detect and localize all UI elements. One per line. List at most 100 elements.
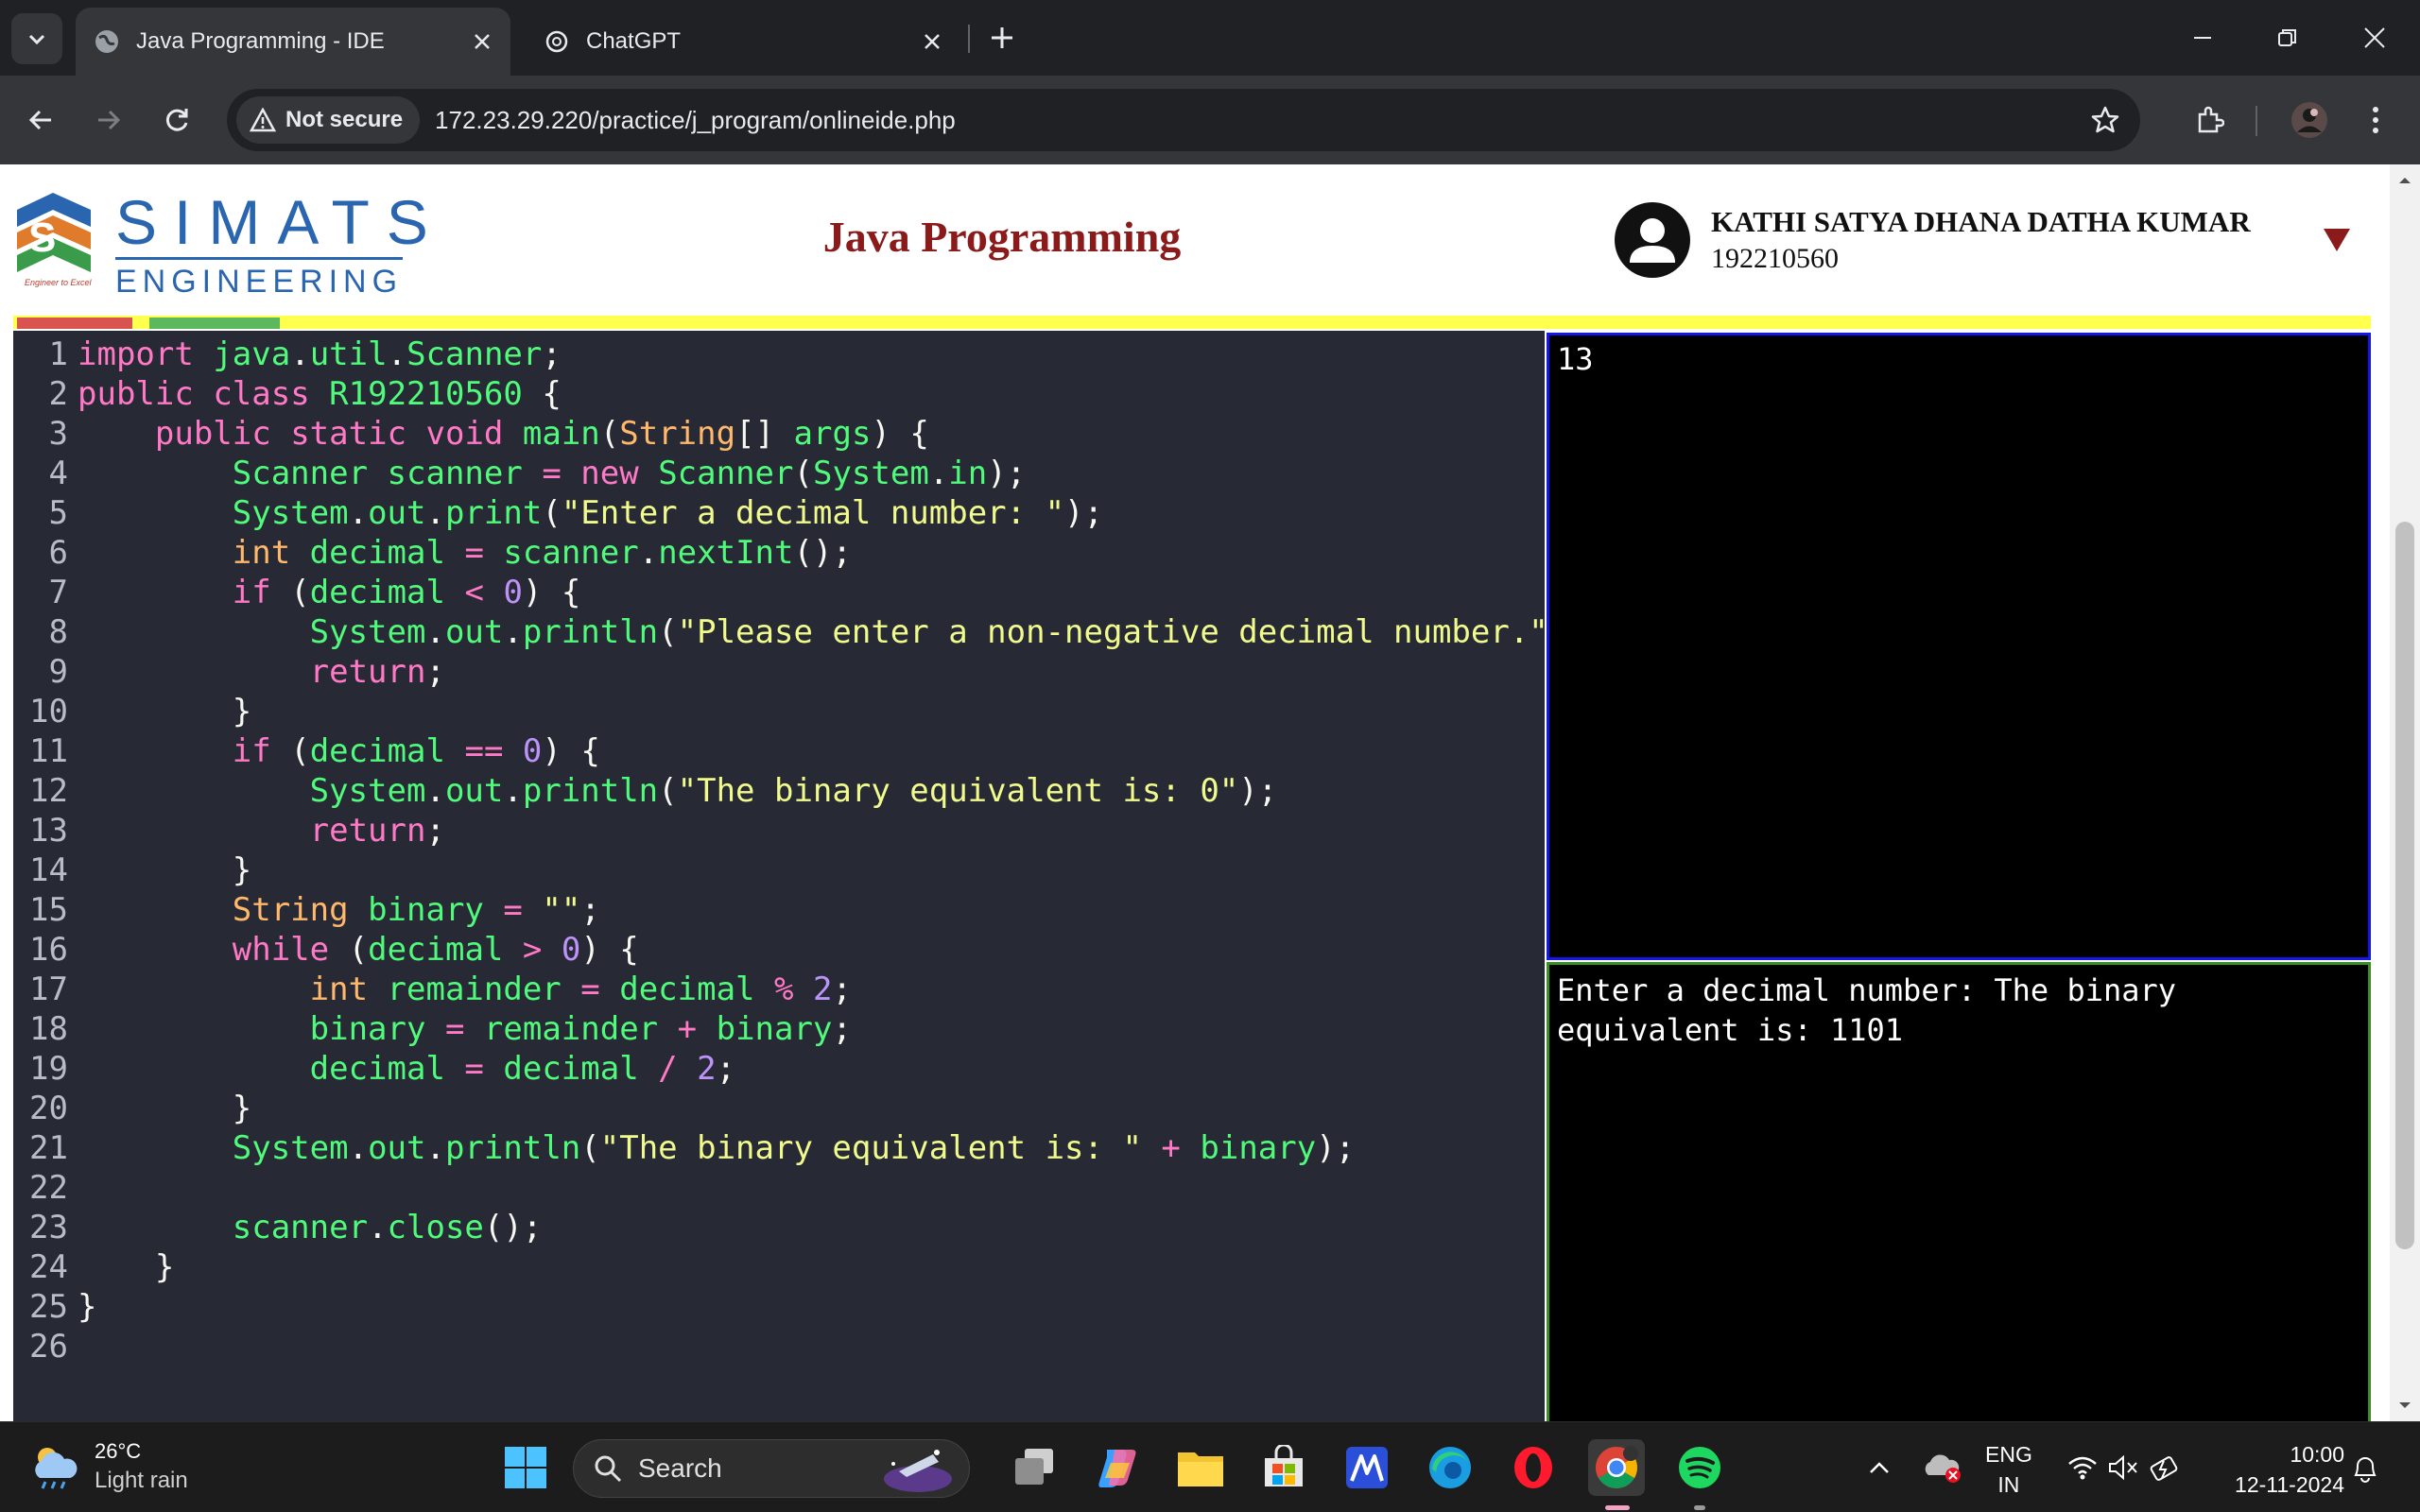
logo-subname: ENGINEERING — [115, 264, 404, 300]
code-text[interactable]: if (decimal == 0) { — [68, 731, 600, 771]
code-line[interactable]: 4 Scanner scanner = new Scanner(System.i… — [13, 454, 1545, 493]
weather-widget[interactable]: 26°C Light rain — [28, 1439, 188, 1494]
back-button[interactable] — [15, 94, 66, 146]
code-line[interactable]: 1 import java.util.Scanner; — [13, 335, 1545, 374]
code-text[interactable]: } — [68, 1247, 174, 1287]
code-line[interactable]: 23 scanner.close(); — [13, 1208, 1545, 1247]
notifications-button[interactable] — [2342, 1439, 2388, 1496]
code-text[interactable]: Scanner scanner = new Scanner(System.in)… — [68, 454, 1026, 493]
code-line[interactable]: 22 — [13, 1168, 1545, 1208]
code-line[interactable]: 14 } — [13, 850, 1545, 890]
code-line[interactable]: 21 System.out.println("The binary equiva… — [13, 1128, 1545, 1168]
line-number: 14 — [29, 851, 68, 889]
file-explorer-button[interactable] — [1172, 1439, 1229, 1496]
code-line[interactable]: 6 int decimal = scanner.nextInt(); — [13, 533, 1545, 573]
code-text[interactable]: } — [68, 1089, 251, 1128]
code-line[interactable]: 10 } — [13, 692, 1545, 731]
code-text[interactable]: System.out.print("Enter a decimal number… — [68, 493, 1103, 533]
microsoft-store-button[interactable] — [1255, 1439, 1312, 1496]
code-text[interactable]: public class R192210560 { — [68, 374, 562, 414]
code-line[interactable]: 15 String binary = ""; — [13, 890, 1545, 930]
code-text[interactable]: System.out.println("The binary equivalen… — [68, 771, 1278, 811]
code-text[interactable]: while (decimal > 0) { — [68, 930, 639, 970]
code-line[interactable]: 24 } — [13, 1247, 1545, 1287]
code-text[interactable]: decimal = decimal / 2; — [68, 1049, 735, 1089]
code-line[interactable]: 19 decimal = decimal / 2; — [13, 1049, 1545, 1089]
code-text[interactable]: int decimal = scanner.nextInt(); — [68, 533, 852, 573]
line-number: 6 — [48, 534, 68, 572]
bookmark-button[interactable] — [2080, 94, 2131, 146]
code-text[interactable]: String binary = ""; — [68, 890, 600, 930]
tab-search-button[interactable] — [11, 13, 62, 64]
code-line[interactable]: 16 while (decimal > 0) { — [13, 930, 1545, 970]
profile-button[interactable] — [2284, 94, 2335, 146]
reload-button[interactable] — [151, 94, 202, 146]
page-scrollbar[interactable] — [2390, 164, 2420, 1421]
code-text[interactable]: int remainder = decimal % 2; — [68, 970, 852, 1009]
user-info: KATHI SATYA DHANA DATHA KUMAR 192210560 — [1615, 202, 2251, 278]
copilot-button[interactable] — [1089, 1439, 1146, 1496]
new-tab-button[interactable] — [983, 19, 1021, 57]
task-view-button[interactable] — [1006, 1439, 1063, 1496]
edge-button[interactable] — [1422, 1439, 1478, 1496]
show-hidden-icons-button[interactable] — [1851, 1439, 1908, 1496]
program-input-panel[interactable]: 13 — [1547, 333, 2371, 960]
program-output-text: Enter a decimal number: The binary equiv… — [1557, 972, 2177, 1048]
user-menu-toggle[interactable] — [2318, 221, 2356, 259]
code-text[interactable]: scanner.close(); — [68, 1208, 543, 1247]
menu-button[interactable] — [2350, 94, 2401, 146]
url-text[interactable]: 172.23.29.220/practice/j_program/onlinei… — [435, 106, 2080, 135]
code-line[interactable]: 12 System.out.println("The binary equiva… — [13, 771, 1545, 811]
opera-button[interactable] — [1505, 1439, 1562, 1496]
restore-button[interactable] — [2250, 11, 2325, 64]
chrome-button[interactable] — [1588, 1439, 1645, 1496]
line-number: 18 — [29, 1010, 68, 1048]
site-info-chip[interactable]: Not secure — [236, 96, 421, 144]
forward-button[interactable] — [83, 94, 134, 146]
app-m-button[interactable] — [1339, 1439, 1395, 1496]
close-icon[interactable] — [465, 25, 499, 59]
code-text[interactable]: System.out.println("Please enter a non-n… — [68, 612, 1545, 652]
code-line[interactable]: 20 } — [13, 1089, 1545, 1128]
program-input-value[interactable]: 13 — [1557, 341, 1594, 377]
onedrive-status-button[interactable] — [1913, 1439, 1970, 1496]
code-text[interactable]: } — [68, 850, 251, 890]
code-text[interactable]: System.out.println("The binary equivalen… — [68, 1128, 1355, 1168]
spotify-button[interactable] — [1671, 1439, 1728, 1496]
quick-settings-button[interactable] — [2053, 1439, 2195, 1496]
code-text[interactable]: return; — [68, 811, 445, 850]
extensions-button[interactable] — [2184, 94, 2235, 146]
system-clock[interactable]: 10:00 12-11-2024 — [2212, 1439, 2344, 1500]
minimize-button[interactable] — [2165, 11, 2240, 64]
code-text[interactable]: import java.util.Scanner; — [68, 335, 562, 374]
tab-java-ide[interactable]: Java Programming - IDE — [76, 8, 510, 76]
code-text[interactable]: } — [68, 692, 251, 731]
address-bar[interactable]: Not secure 172.23.29.220/practice/j_prog… — [227, 89, 2140, 151]
code-line[interactable]: 7 if (decimal < 0) { — [13, 573, 1545, 612]
code-line[interactable]: 9 return; — [13, 652, 1545, 692]
window-close-button[interactable] — [2337, 11, 2412, 64]
code-text[interactable]: binary = remainder + binary; — [68, 1009, 852, 1049]
code-text[interactable]: public static void main(String[] args) { — [68, 414, 929, 454]
code-line[interactable]: 5 System.out.print("Enter a decimal numb… — [13, 493, 1545, 533]
code-line[interactable]: 25} — [13, 1287, 1545, 1327]
input-language-indicator[interactable]: ENG IN — [1985, 1439, 2032, 1500]
code-line[interactable]: 11 if (decimal == 0) { — [13, 731, 1545, 771]
tab-chatgpt[interactable]: ChatGPT — [526, 8, 960, 76]
code-line[interactable]: 17 int remainder = decimal % 2; — [13, 970, 1545, 1009]
start-button[interactable] — [497, 1439, 554, 1496]
taskbar-search[interactable]: Search — [573, 1439, 970, 1498]
code-line[interactable]: 8 System.out.println("Please enter a non… — [13, 612, 1545, 652]
code-line[interactable]: 18 binary = remainder + binary; — [13, 1009, 1545, 1049]
scrollbar-thumb[interactable] — [2395, 522, 2414, 1249]
code-text[interactable]: if (decimal < 0) { — [68, 573, 581, 612]
code-line[interactable]: 3 public static void main(String[] args)… — [13, 414, 1545, 454]
line-number: 2 — [48, 375, 68, 413]
close-icon[interactable] — [915, 25, 949, 59]
code-text[interactable]: return; — [68, 652, 445, 692]
code-editor[interactable]: 1 import java.util.Scanner; 2 public class … — [13, 331, 1545, 1421]
code-line[interactable]: 13 return; — [13, 811, 1545, 850]
code-line[interactable]: 26 — [13, 1327, 1545, 1366]
code-text[interactable]: } — [68, 1287, 96, 1327]
code-line[interactable]: 2 public class R192210560 { — [13, 374, 1545, 414]
